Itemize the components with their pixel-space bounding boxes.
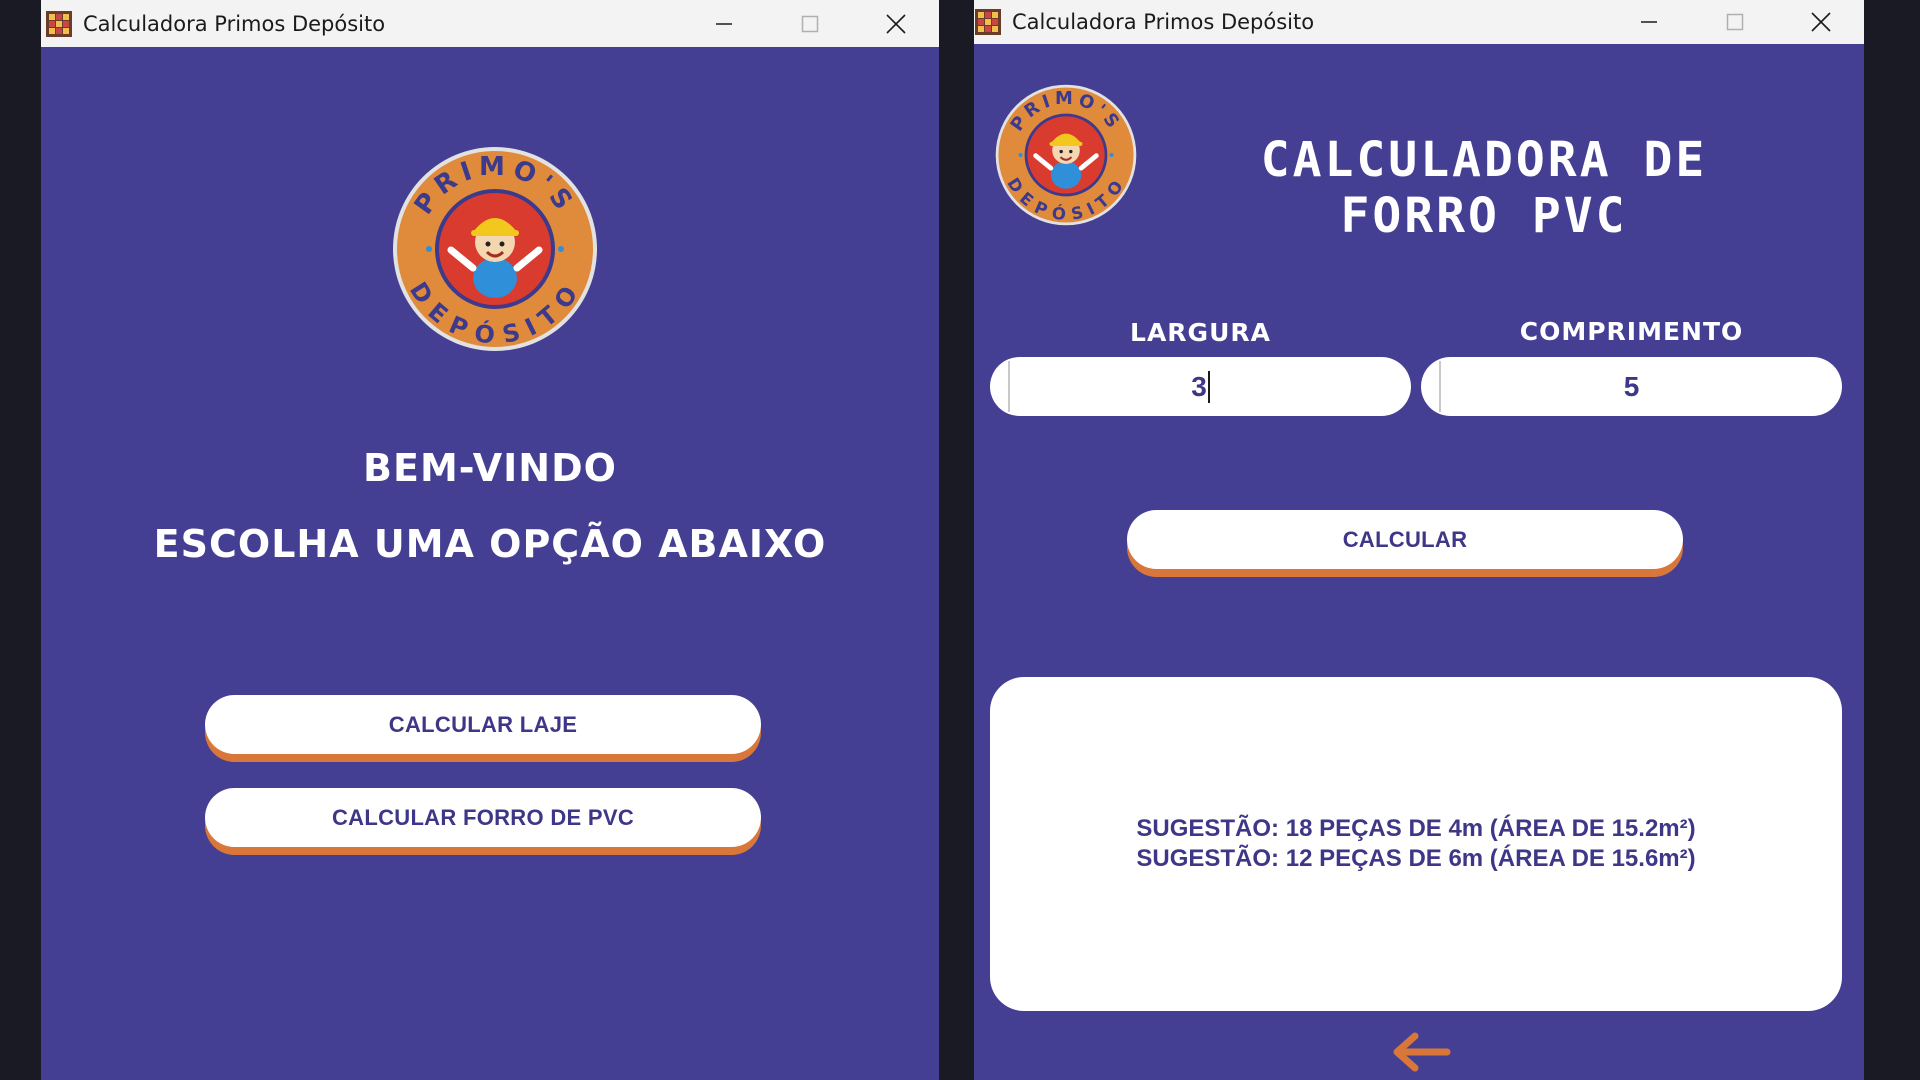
forro-pvc-window: Calculadora Primos Depósito PRIMO'S DEPÓ… bbox=[974, 0, 1864, 1080]
largura-value: 3 bbox=[1191, 370, 1207, 402]
close-icon bbox=[886, 13, 906, 34]
calcular-forro-pvc-button[interactable]: CALCULAR FORRO DE PVC bbox=[205, 788, 761, 847]
window-title: Calculadora Primos Depósito bbox=[83, 11, 386, 36]
close-button[interactable] bbox=[1778, 0, 1864, 44]
text-cursor bbox=[1207, 370, 1210, 403]
primos-deposito-logo: PRIMO'S DEPÓSITO bbox=[393, 147, 597, 351]
welcome-window: Calculadora Primos Depósito PRIMO'S DEPÓ… bbox=[41, 0, 939, 1080]
app-grid-icon bbox=[46, 10, 72, 37]
comprimento-value: 5 bbox=[1623, 370, 1640, 402]
result-line: SUGESTÃO: 18 PEÇAS DE 4m (ÁREA DE 15.2m²… bbox=[1136, 815, 1696, 842]
calcular-button[interactable]: CALCULAR bbox=[1127, 510, 1683, 569]
title-bar[interactable]: Calculadora Primos Depósito bbox=[974, 0, 1864, 44]
minimize-button[interactable] bbox=[681, 0, 767, 47]
calculator-title-line2: FORRO PVC bbox=[1340, 188, 1628, 244]
calcular-laje-button[interactable]: CALCULAR LAJE bbox=[205, 695, 761, 754]
calculator-title-line1: CALCULADORA DE bbox=[1260, 132, 1708, 188]
maximize-button[interactable] bbox=[1692, 0, 1778, 44]
arrow-left-icon[interactable] bbox=[1391, 1030, 1451, 1074]
minimize-icon bbox=[716, 22, 732, 25]
maximize-icon bbox=[1726, 13, 1744, 31]
comprimento-input[interactable]: 5 bbox=[1421, 357, 1842, 416]
results-panel: SUGESTÃO: 18 PEÇAS DE 4m (ÁREA DE 15.2m²… bbox=[990, 677, 1842, 1011]
welcome-heading: BEM-VINDO bbox=[363, 446, 617, 490]
close-icon bbox=[1811, 12, 1831, 32]
window-title: Calculadora Primos Depósito bbox=[1012, 10, 1315, 34]
minimize-icon bbox=[1641, 21, 1657, 23]
largura-input[interactable]: 3 bbox=[990, 357, 1411, 416]
primos-deposito-logo: PRIMO'S DEPÓSITO bbox=[995, 84, 1137, 226]
result-line: SUGESTÃO: 12 PEÇAS DE 6m (ÁREA DE 15.6m²… bbox=[1136, 845, 1696, 872]
largura-label: LARGURA bbox=[1130, 318, 1271, 347]
maximize-button[interactable] bbox=[767, 0, 853, 47]
input-border-line bbox=[1008, 361, 1010, 412]
close-button[interactable] bbox=[853, 0, 939, 47]
comprimento-label: COMPRIMENTO bbox=[1519, 317, 1744, 346]
app-grid-icon bbox=[975, 9, 1001, 35]
input-border-line bbox=[1439, 361, 1441, 412]
minimize-button[interactable] bbox=[1606, 0, 1692, 44]
title-bar[interactable]: Calculadora Primos Depósito bbox=[41, 0, 939, 47]
maximize-icon bbox=[801, 15, 819, 32]
calculator-title: CALCULADORA DE FORRO PVC bbox=[1204, 132, 1764, 244]
choose-option-subtitle: ESCOLHA UMA OPÇÃO ABAIXO bbox=[153, 522, 827, 566]
